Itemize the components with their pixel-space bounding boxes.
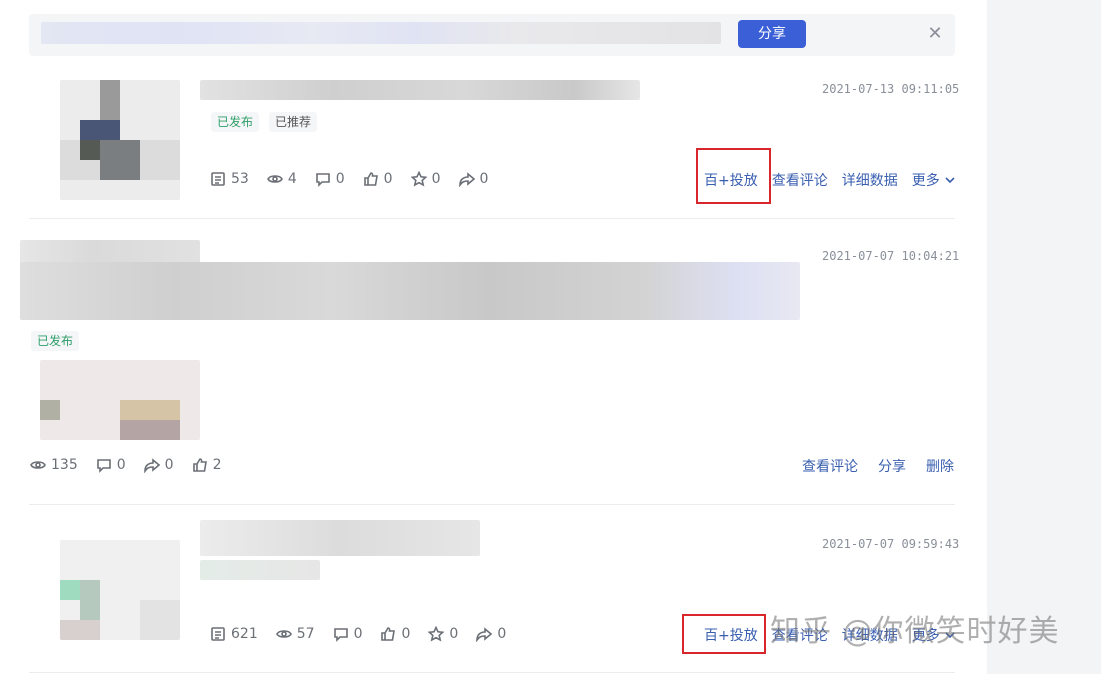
views-count: 135	[51, 457, 78, 473]
shares-count: 0	[164, 457, 174, 473]
reads-count: 621	[231, 626, 258, 642]
post-stats: 53 4 0 0 0 0	[210, 171, 488, 187]
divider	[29, 504, 955, 505]
post-image[interactable]	[40, 360, 200, 440]
status-badge-published: 已发布	[211, 112, 260, 132]
share-banner: 分享 ✕	[29, 14, 955, 56]
more-label: 更多	[911, 173, 940, 189]
share-icon	[143, 458, 160, 473]
delete-link[interactable]: 删除	[926, 456, 954, 476]
like-icon	[192, 458, 207, 472]
favorites-count: 0	[449, 626, 459, 642]
comment-icon	[315, 173, 330, 187]
favorites-count: 0	[431, 171, 441, 187]
status-badge-published: 已发布	[31, 331, 80, 351]
comments-count: 0	[116, 457, 126, 473]
likes-count: 0	[401, 626, 411, 642]
blurred-banner-text	[41, 22, 721, 44]
highlight-box	[696, 148, 771, 204]
star-icon	[410, 171, 427, 187]
views-count: 57	[296, 626, 315, 642]
highlight-box	[682, 614, 766, 654]
post-content-blurred[interactable]	[20, 262, 800, 320]
post-actions: 查看评论 分享 删除	[802, 456, 954, 476]
reads-icon	[211, 627, 225, 641]
right-side-panel	[987, 0, 1101, 674]
post-timestamp: 2021-07-07 09:59:43	[822, 537, 960, 551]
chevron-down-icon	[945, 177, 955, 184]
post-stats: 135 0 0 2	[30, 457, 222, 473]
eye-icon	[266, 175, 283, 183]
post-content-blurred[interactable]	[200, 560, 320, 580]
divider	[29, 218, 955, 219]
watermark: 知乎 @你微笑时好美	[770, 614, 1060, 649]
close-icon[interactable]: ✕	[925, 24, 945, 44]
share-button[interactable]: 分享	[738, 20, 806, 48]
comments-count: 0	[335, 171, 345, 187]
post-stats: 621 57 0 0 0 0	[210, 626, 506, 642]
comment-icon	[96, 459, 111, 473]
more-dropdown[interactable]: 更多	[912, 170, 956, 190]
like-icon	[381, 627, 396, 641]
shares-count: 0	[479, 171, 489, 187]
post-timestamp: 2021-07-13 09:11:05	[822, 82, 960, 96]
reads-count: 53	[231, 171, 249, 187]
view-comments-link[interactable]: 查看评论	[772, 170, 828, 190]
eye-icon	[275, 630, 292, 638]
views-count: 4	[287, 171, 297, 187]
post-title-blurred[interactable]	[200, 80, 640, 100]
details-link[interactable]: 详细数据	[842, 170, 898, 190]
likes-count: 0	[383, 171, 393, 187]
eye-icon	[30, 461, 46, 469]
view-comments-link[interactable]: 查看评论	[802, 456, 858, 476]
post-thumbnail[interactable]	[60, 540, 180, 640]
star-icon	[428, 626, 445, 642]
reads-icon	[211, 172, 225, 186]
share-icon	[458, 172, 475, 187]
divider	[29, 672, 955, 673]
share-link[interactable]: 分享	[878, 456, 906, 476]
post-timestamp: 2021-07-07 10:04:21	[822, 249, 960, 263]
likes-count: 2	[212, 457, 222, 473]
comment-icon	[333, 628, 348, 642]
status-badge-recommended: 已推荐	[269, 112, 318, 132]
comments-count: 0	[353, 626, 363, 642]
post-thumbnail[interactable]	[60, 80, 180, 200]
shares-count: 0	[497, 626, 507, 642]
share-icon	[476, 627, 493, 642]
post-title-blurred[interactable]	[200, 520, 480, 556]
like-icon	[363, 172, 378, 186]
